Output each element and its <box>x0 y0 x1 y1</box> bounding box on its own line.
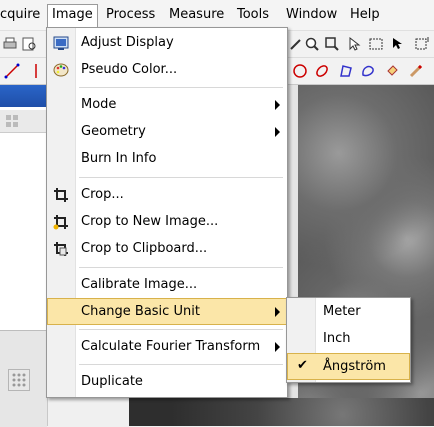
submenu-arrow-icon <box>275 127 280 137</box>
left-panel-toolbar <box>0 110 47 133</box>
menu-process[interactable]: Process <box>106 5 155 25</box>
move-select-icon[interactable] <box>390 36 406 52</box>
print-icon[interactable] <box>2 36 18 52</box>
menu-acquire[interactable]: cquire <box>0 5 40 25</box>
menu-window[interactable]: Window <box>286 5 337 25</box>
menu-item-duplicate[interactable]: Duplicate <box>47 369 287 395</box>
menu-item-crop[interactable]: Crop... <box>47 182 287 208</box>
unit-submenu: Meter Inch ✔ Ångström <box>286 297 411 383</box>
menu-item-crop-to-clipboard[interactable]: Crop to Clipboard... <box>47 236 287 262</box>
submenu-item-angstrom[interactable]: ✔ Ångström <box>287 353 410 380</box>
menu-item-calibrate-image[interactable]: Calibrate Image... <box>47 272 287 298</box>
grid-icon[interactable] <box>4 113 20 129</box>
checkmark-icon: ✔ <box>297 358 308 373</box>
menu-separator <box>79 87 283 88</box>
vertical-line-icon[interactable] <box>28 63 44 79</box>
crop-icon <box>53 187 69 203</box>
print-preview-icon[interactable] <box>21 36 37 52</box>
menu-measure[interactable]: Measure <box>169 5 224 25</box>
zoom-icon[interactable] <box>304 36 320 52</box>
menu-item-burn-in-info[interactable]: Burn In Info <box>47 146 287 172</box>
menu-separator <box>79 329 283 330</box>
circle-tool-icon[interactable] <box>292 63 308 79</box>
submenu-arrow-icon <box>275 307 280 317</box>
menu-tools[interactable]: Tools <box>237 5 269 25</box>
fill-tool-icon[interactable] <box>384 63 400 79</box>
menu-help[interactable]: Help <box>350 5 380 25</box>
submenu-arrow-icon <box>275 100 280 110</box>
submenu-item-meter[interactable]: Meter <box>287 299 410 325</box>
thumbnail-grid-icon[interactable] <box>8 369 30 391</box>
crop-clipboard-icon <box>53 241 69 257</box>
menu-item-adjust-display[interactable]: Adjust Display <box>47 30 287 56</box>
submenu-item-inch[interactable]: Inch <box>287 326 410 352</box>
left-lower-panel <box>0 330 47 427</box>
polygon-tool-icon[interactable] <box>338 63 354 79</box>
menu-separator <box>79 177 283 178</box>
pencil-tool-icon[interactable] <box>408 63 424 79</box>
crop-new-image-icon <box>53 214 69 230</box>
ellipse-tool-icon[interactable] <box>314 63 330 79</box>
menu-item-mode[interactable]: Mode <box>47 92 287 118</box>
image-menu-dropdown: Adjust Display Pseudo Color... Mode Geom… <box>46 27 288 398</box>
menu-item-crop-to-new-image[interactable]: Crop to New Image... <box>47 209 287 235</box>
menu-separator <box>79 267 283 268</box>
freehand-tool-icon[interactable] <box>360 63 376 79</box>
menu-separator <box>79 364 283 365</box>
menu-item-change-basic-unit[interactable]: Change Basic Unit <box>47 298 287 325</box>
rect-select-icon[interactable] <box>368 36 384 52</box>
menu-image[interactable]: Image <box>47 4 98 27</box>
menu-item-calculate-fourier-transform[interactable]: Calculate Fourier Transform <box>47 334 287 360</box>
menu-item-geometry[interactable]: Geometry <box>47 119 287 145</box>
image-view-lower[interactable] <box>129 398 434 426</box>
zoom-rect-icon[interactable] <box>324 36 340 52</box>
select-region-icon[interactable] <box>414 36 430 52</box>
magic-wand-icon[interactable] <box>288 36 304 52</box>
adjust-display-icon <box>53 35 69 51</box>
line-tool-icon[interactable] <box>4 63 20 79</box>
menu-item-pseudo-color[interactable]: Pseudo Color... <box>47 57 287 83</box>
pointer-icon[interactable] <box>346 36 362 52</box>
palette-icon <box>53 62 69 78</box>
window-title-bar <box>0 85 47 107</box>
submenu-arrow-icon <box>275 342 280 352</box>
